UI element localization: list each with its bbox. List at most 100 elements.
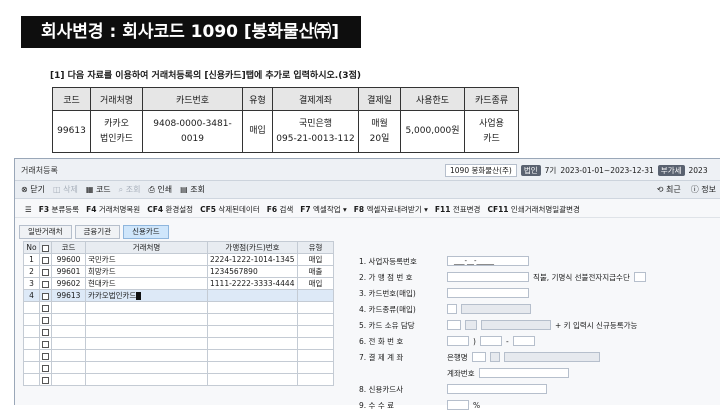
row-name-editing[interactable]: 카카오법인카드 bbox=[85, 289, 208, 302]
row-card[interactable]: 1111-2222-3333-4444 bbox=[207, 277, 298, 290]
phone-mid-input[interactable] bbox=[479, 336, 502, 346]
period-number: 7기 bbox=[544, 165, 557, 175]
window-title: 거래처등록 bbox=[21, 166, 58, 175]
grid-header-check[interactable] bbox=[39, 241, 52, 254]
empty-row[interactable] bbox=[23, 349, 334, 362]
fn-cf4[interactable]: CF4 환경설정 bbox=[147, 204, 193, 215]
account-no-input[interactable] bbox=[478, 368, 569, 378]
main-toolbar: ⊗ 닫기 ◫ 삭제 ▦ 코드 ⌕ 조회 ⎙ 인쇄 ▤ 조회 ⟲ 최근 ⓘ 정보 bbox=[15, 181, 720, 199]
phone-area-input[interactable] bbox=[447, 336, 469, 346]
tab-general[interactable]: 일반거래처 bbox=[19, 225, 72, 239]
table-row[interactable]: 3 99602 현대카드 1111-2222-3333-4444 매입 bbox=[23, 277, 334, 290]
menu-icon[interactable]: ☰ bbox=[25, 205, 32, 214]
empty-row[interactable] bbox=[23, 325, 334, 338]
grid-header-card: 가맹점(카드)번호 bbox=[207, 241, 298, 254]
card-grid: No 코드 거래처명 가맹점(카드)번호 유형 1 99600 국민카드 222… bbox=[23, 241, 334, 386]
fn-f11[interactable]: F11 전표변경 bbox=[435, 204, 481, 215]
fn-cf11[interactable]: CF11 인쇄거래처명일괄변경 bbox=[487, 204, 579, 215]
company-info: 1090 봉화물산(주) 법인 7기 2023-01-01~2023-12-31… bbox=[445, 163, 708, 177]
ref-header-card-no: 카드번호 bbox=[142, 87, 243, 111]
card-no-input[interactable] bbox=[447, 288, 529, 298]
tab-financial[interactable]: 금융기관 bbox=[74, 225, 121, 239]
row-type[interactable]: 매출 bbox=[297, 265, 334, 278]
row-card[interactable]: 2224-1222-1014-1345 bbox=[207, 253, 298, 266]
owner-code-input[interactable] bbox=[447, 320, 461, 330]
ref-code: 99613 bbox=[52, 110, 91, 153]
row-card[interactable] bbox=[207, 289, 298, 302]
delete-button[interactable]: ◫ 삭제 bbox=[53, 184, 78, 195]
row-code[interactable]: 99600 bbox=[51, 253, 86, 266]
card-kind-input[interactable] bbox=[447, 304, 457, 314]
fn-f3[interactable]: F3 분류등록 bbox=[39, 204, 79, 215]
table-row-selected[interactable]: 4 99613 카카오법인카드 bbox=[23, 289, 334, 302]
merchant-no-input[interactable] bbox=[447, 272, 529, 282]
business-no-input[interactable]: ___-__-_____ bbox=[447, 256, 529, 266]
row-type[interactable]: 매입 bbox=[297, 253, 334, 266]
fn-f6[interactable]: F6 검색 bbox=[267, 204, 294, 215]
row-no: 2 bbox=[23, 265, 40, 278]
row-card[interactable]: 1234567890 bbox=[207, 265, 298, 278]
table-row[interactable]: 2 99601 희망카드 1234567890 매출 bbox=[23, 265, 334, 278]
form-row-card-company: 8. 신용카드사 bbox=[359, 383, 547, 395]
grid-header-code: 코드 bbox=[51, 241, 86, 254]
company-selector[interactable]: 1090 봉화물산(주) bbox=[445, 163, 517, 177]
fiscal-year: 2023 bbox=[688, 165, 708, 175]
close-button[interactable]: ⊗ 닫기 bbox=[21, 184, 45, 195]
row-checkbox[interactable] bbox=[39, 253, 52, 266]
fn-cf5[interactable]: CF5 삭제된데이터 bbox=[200, 204, 260, 215]
ref-header-kind: 카드종류 bbox=[464, 87, 519, 111]
row-checkbox[interactable] bbox=[39, 277, 52, 290]
function-key-bar: ☰ F3 분류등록 F4 거래처명복원 CF4 환경설정 CF5 삭제된데이터 … bbox=[15, 201, 720, 218]
row-code[interactable]: 99601 bbox=[51, 265, 86, 278]
ref-type: 매입 bbox=[242, 110, 273, 153]
print-button[interactable]: ⎙ 인쇄 bbox=[148, 184, 172, 195]
query-button[interactable]: ▤ 조회 bbox=[180, 184, 205, 195]
card-kind-display bbox=[461, 304, 531, 314]
form-row-card-no: 3. 카드번호(매입) bbox=[359, 287, 529, 299]
row-type[interactable]: 매입 bbox=[297, 277, 334, 290]
fn-f7[interactable]: F7 엑셀작업 ▾ bbox=[300, 204, 347, 215]
form-row-merchant-no: 2. 가 맹 점 번 호 직불, 기명식 선불전자지급수단 bbox=[359, 271, 646, 283]
search-button[interactable]: ⌕ 조회 bbox=[119, 184, 141, 195]
row-checkbox[interactable] bbox=[39, 265, 52, 278]
form-row-fee: 9. 수 수 료 % bbox=[359, 400, 481, 410]
row-name[interactable]: 현대카드 bbox=[85, 277, 208, 290]
recent-button[interactable]: ⟲ 최근 bbox=[657, 184, 681, 195]
empty-row[interactable] bbox=[23, 361, 334, 374]
fee-input[interactable] bbox=[447, 400, 469, 410]
ref-header-code: 코드 bbox=[52, 87, 91, 111]
info-button[interactable]: ⓘ 정보 bbox=[691, 184, 716, 195]
ref-header-name: 거래처명 bbox=[90, 87, 143, 111]
corp-badge: 법인 bbox=[520, 164, 541, 176]
ref-limit: 5,000,000원 bbox=[400, 110, 465, 153]
row-checkbox[interactable] bbox=[39, 289, 52, 302]
row-name[interactable]: 희망카드 bbox=[85, 265, 208, 278]
fn-f4[interactable]: F4 거래처명복원 bbox=[86, 204, 140, 215]
row-name[interactable]: 국민카드 bbox=[85, 253, 208, 266]
table-row[interactable]: 1 99600 국민카드 2224-1222-1014-1345 매입 bbox=[23, 253, 334, 266]
row-no: 4 bbox=[23, 289, 40, 302]
empty-row[interactable] bbox=[23, 337, 334, 350]
empty-row[interactable] bbox=[23, 373, 334, 386]
prepaid-checkbox[interactable] bbox=[633, 272, 646, 282]
ref-account: 국민은행 095-21-0013-112 bbox=[272, 110, 359, 153]
bank-code-input[interactable] bbox=[471, 352, 486, 362]
row-code[interactable]: 99602 bbox=[51, 277, 86, 290]
card-company-input[interactable] bbox=[447, 384, 547, 394]
bank-name-display bbox=[503, 352, 600, 362]
tab-credit-card[interactable]: 신용카드 bbox=[123, 225, 169, 239]
form-row-owner: 5. 카드 소유 담당 + 키 입력시 신규등록가능 bbox=[359, 320, 638, 330]
empty-row[interactable] bbox=[23, 301, 334, 314]
select-all-checkbox[interactable] bbox=[42, 244, 49, 252]
form-row-account: 계좌번호 bbox=[359, 367, 569, 379]
tab-bar: 일반거래처 금융기관 신용카드 bbox=[19, 225, 169, 239]
phone-last-input[interactable] bbox=[512, 336, 535, 346]
bank-search-button[interactable] bbox=[489, 352, 500, 362]
ref-header-type: 유형 bbox=[242, 87, 273, 111]
code-button[interactable]: ▦ 코드 bbox=[86, 184, 111, 195]
fn-f8[interactable]: F8 엑셀자료내려받기 ▾ bbox=[354, 204, 428, 215]
row-type[interactable] bbox=[297, 289, 334, 302]
row-code[interactable]: 99613 bbox=[51, 289, 86, 302]
owner-search-button[interactable] bbox=[465, 320, 477, 330]
empty-row[interactable] bbox=[23, 313, 334, 326]
